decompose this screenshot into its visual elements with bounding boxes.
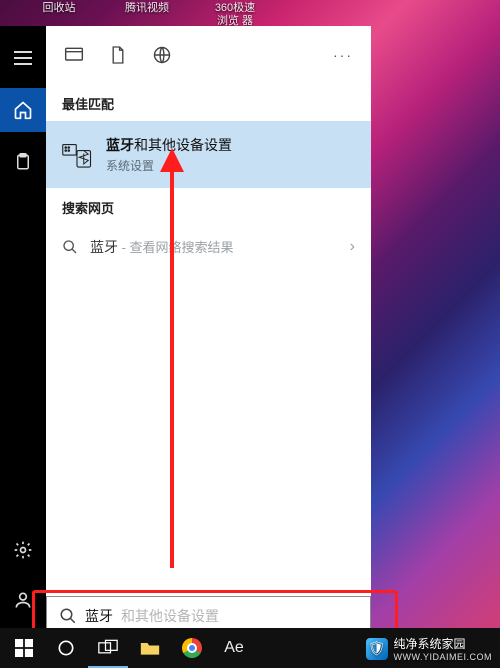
search-icon <box>59 607 77 625</box>
start-button[interactable] <box>4 628 44 668</box>
home-icon[interactable] <box>0 88 46 132</box>
search-results-panel: ··· 最佳匹配 蓝牙和其他设备设置 系统设置 搜索网页 蓝牙 - 查看网络搜索… <box>46 26 371 628</box>
chrome-button[interactable] <box>172 628 212 668</box>
filter-tabs: ··· <box>46 26 371 84</box>
tab-documents-icon[interactable] <box>96 33 140 77</box>
desktop-icon-recycle[interactable]: 回收站 <box>34 0 84 28</box>
watermark-brand: 纯净系统家园 <box>394 637 466 651</box>
tab-apps-icon[interactable] <box>52 33 96 77</box>
section-best-match: 最佳匹配 <box>46 84 371 121</box>
annotation-arrow <box>170 168 174 568</box>
start-left-rail <box>0 26 46 628</box>
search-typed-text: 蓝牙 <box>85 606 113 626</box>
search-ghost-text: 和其他设备设置 <box>121 606 219 626</box>
cortana-button[interactable] <box>46 628 86 668</box>
search-icon <box>62 239 78 255</box>
desktop-icon-360browser[interactable]: 360极速浏览 器 <box>210 0 260 28</box>
watermark-logo-icon: 🛡 <box>366 638 388 660</box>
web-suggestion-text: 蓝牙 - 查看网络搜索结果 <box>90 237 234 257</box>
after-effects-button[interactable]: Ae <box>214 628 254 668</box>
section-search-web: 搜索网页 <box>46 188 371 225</box>
best-match-result[interactable]: 蓝牙和其他设备设置 系统设置 <box>46 121 371 188</box>
watermark-url: WWW.YIDAIMEI.COM <box>394 652 493 662</box>
bluetooth-settings-icon <box>62 140 92 170</box>
hamburger-icon[interactable] <box>0 36 46 80</box>
tab-web-icon[interactable] <box>140 33 184 77</box>
file-explorer-button[interactable] <box>130 628 170 668</box>
task-view-button[interactable] <box>88 628 128 668</box>
annotation-arrow-head <box>160 148 184 172</box>
clipboard-icon[interactable] <box>0 140 46 184</box>
tab-more[interactable]: ··· <box>321 33 365 77</box>
desktop-icon-tencent-video[interactable]: 腾讯视频 <box>122 0 172 28</box>
watermark: 🛡 纯净系统家园 WWW.YIDAIMEI.COM <box>366 635 493 662</box>
chevron-right-icon: › <box>350 238 355 256</box>
gear-icon[interactable] <box>0 528 46 572</box>
web-suggestion[interactable]: 蓝牙 - 查看网络搜索结果 › <box>46 225 371 269</box>
